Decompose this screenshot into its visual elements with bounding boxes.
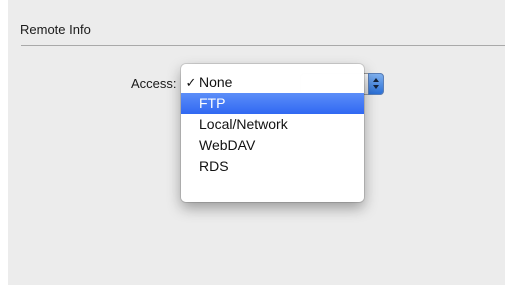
checkmark-icon: ✓ xyxy=(185,75,197,90)
section-divider xyxy=(21,45,505,46)
menu-item-local-network[interactable]: Local/Network xyxy=(181,114,364,135)
menu-item-label: Local/Network xyxy=(199,116,288,132)
menu-item-ftp[interactable]: FTP xyxy=(181,93,364,114)
access-dropdown-menu: ✓ None FTP Local/Network WebDAV RDS xyxy=(181,64,364,202)
menu-item-label: WebDAV xyxy=(199,137,256,153)
arrow-up-icon xyxy=(373,78,379,82)
menu-item-rds[interactable]: RDS xyxy=(181,156,364,177)
menu-item-label: FTP xyxy=(199,95,226,111)
menu-item-none[interactable]: ✓ None xyxy=(181,72,364,93)
access-label: Access: xyxy=(131,76,177,91)
popup-stepper-icon[interactable] xyxy=(368,73,384,95)
menu-item-webdav[interactable]: WebDAV xyxy=(181,135,364,156)
section-title: Remote Info xyxy=(20,22,91,37)
menu-item-label: RDS xyxy=(199,158,229,174)
menu-item-label: None xyxy=(199,74,233,90)
arrow-down-icon xyxy=(373,85,379,89)
